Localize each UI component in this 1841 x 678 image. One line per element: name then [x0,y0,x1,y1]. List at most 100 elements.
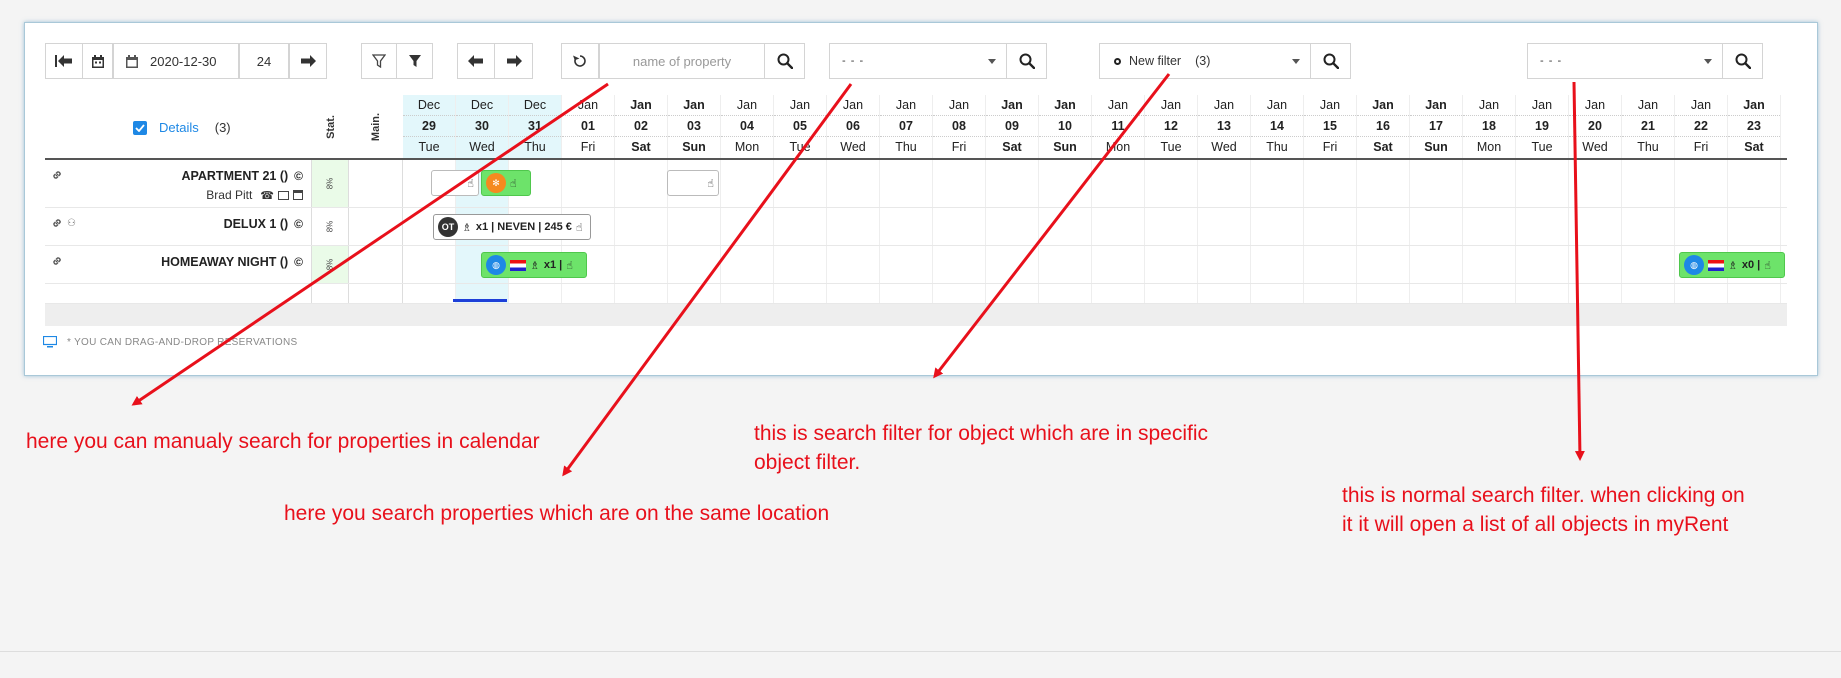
day-header[interactable]: Jan 23 Sat [1728,95,1781,158]
day-cell[interactable] [1251,284,1304,303]
day-cell[interactable] [986,284,1039,303]
day-cell[interactable] [880,246,933,283]
day-header[interactable]: Dec 31 Thu [509,95,562,158]
day-cell[interactable] [668,284,721,303]
day-header[interactable]: Jan 01 Fri [562,95,615,158]
details-checkbox[interactable] [133,120,147,135]
property-title[interactable]: DELUX 1 () © [224,217,303,231]
day-cell[interactable] [1039,284,1092,303]
day-cell[interactable] [1728,284,1781,303]
day-cell[interactable] [403,246,456,283]
day-cell[interactable] [827,208,880,245]
day-cell[interactable] [509,284,562,303]
day-cell[interactable] [1092,284,1145,303]
day-header[interactable]: Jan 14 Thu [1251,95,1304,158]
day-cell[interactable] [1569,284,1622,303]
day-cell[interactable] [827,246,880,283]
normal-object-select[interactable]: - - - [1527,43,1723,79]
day-cell[interactable] [1728,160,1781,207]
day-cell[interactable] [1198,246,1251,283]
calendar-picker-button[interactable] [83,43,113,79]
phone-icon[interactable]: ☎ [260,189,274,202]
day-cell[interactable] [721,284,774,303]
calendar-icon[interactable] [293,190,303,200]
day-cell[interactable] [1092,246,1145,283]
day-cell[interactable] [933,246,986,283]
day-cell[interactable] [1622,208,1675,245]
day-cell[interactable] [1410,160,1463,207]
day-cell[interactable] [1728,208,1781,245]
day-header[interactable]: Jan 02 Sat [615,95,668,158]
day-cell[interactable] [721,208,774,245]
day-header[interactable]: Jan 15 Fri [1304,95,1357,158]
reservation-block[interactable]: ✻ ☝ [481,170,531,196]
day-cell[interactable] [880,208,933,245]
message-icon[interactable] [278,190,289,200]
reset-button[interactable] [561,43,599,79]
day-cell[interactable] [880,160,933,207]
location-search-button[interactable] [1007,43,1047,79]
day-cell[interactable] [1410,246,1463,283]
details-link[interactable]: Details [159,120,199,135]
day-cell[interactable] [1145,208,1198,245]
date-field[interactable]: 2020-12-30 [113,43,239,79]
day-cell[interactable] [1304,208,1357,245]
object-filter-search-button[interactable] [1311,43,1351,79]
day-cell[interactable] [827,160,880,207]
day-cell[interactable] [1039,208,1092,245]
day-cell[interactable] [668,246,721,283]
day-header[interactable]: Jan 08 Fri [933,95,986,158]
day-cell[interactable] [986,208,1039,245]
day-cell[interactable] [1092,208,1145,245]
day-cell[interactable] [1092,160,1145,207]
day-cell[interactable] [1304,284,1357,303]
day-cell[interactable] [1569,208,1622,245]
day-header[interactable]: Jan 05 Tue [774,95,827,158]
day-cell[interactable] [1622,246,1675,283]
day-cell[interactable] [1304,160,1357,207]
day-cell[interactable] [1463,246,1516,283]
day-header[interactable]: Jan 09 Sat [986,95,1039,158]
day-header[interactable]: Jan 03 Sun [668,95,721,158]
day-cell[interactable] [562,160,615,207]
day-cell[interactable] [1357,208,1410,245]
day-header[interactable]: Dec 29 Tue [403,95,456,158]
day-header[interactable]: Jan 10 Sun [1039,95,1092,158]
day-cell[interactable] [1463,284,1516,303]
property-search-input[interactable]: name of property [599,43,765,79]
day-cell[interactable] [1357,284,1410,303]
scroll-right-button[interactable] [495,43,533,79]
details-toggle[interactable]: Details (3) [133,120,231,135]
day-cell[interactable] [1516,284,1569,303]
property-title[interactable]: APARTMENT 21 () © [181,169,303,183]
day-header[interactable]: Jan 13 Wed [1198,95,1251,158]
day-cell[interactable] [774,284,827,303]
next-period-button[interactable] [289,43,327,79]
location-select[interactable]: - - - [829,43,1007,79]
property-title[interactable]: HOMEAWAY NIGHT () © [161,255,303,269]
day-cell[interactable] [1039,246,1092,283]
day-cell[interactable] [1516,160,1569,207]
day-cell[interactable] [1463,160,1516,207]
day-cell[interactable] [933,160,986,207]
day-header[interactable]: Jan 18 Mon [1463,95,1516,158]
day-cell[interactable] [1516,246,1569,283]
day-cell[interactable] [403,284,456,303]
day-header[interactable]: Jan 22 Fri [1675,95,1728,158]
reservation-block[interactable]: ◍ ♗ x1 | ☝ [481,252,587,278]
day-cell[interactable] [1198,208,1251,245]
day-cell[interactable] [1569,246,1622,283]
link-icon[interactable] [51,255,63,267]
day-cell[interactable] [1675,208,1728,245]
day-header[interactable]: Jan 21 Thu [1622,95,1675,158]
day-cell[interactable] [1463,208,1516,245]
day-cell[interactable] [1039,160,1092,207]
reservation-block[interactable]: ☝ [431,170,479,196]
filter-solid-button[interactable] [397,43,433,79]
day-cell[interactable] [615,208,668,245]
normal-search-button[interactable] [1723,43,1763,79]
day-cell[interactable] [1622,284,1675,303]
day-header[interactable]: Jan 11 Mon [1092,95,1145,158]
day-cell[interactable] [1198,284,1251,303]
day-cell[interactable] [1357,160,1410,207]
